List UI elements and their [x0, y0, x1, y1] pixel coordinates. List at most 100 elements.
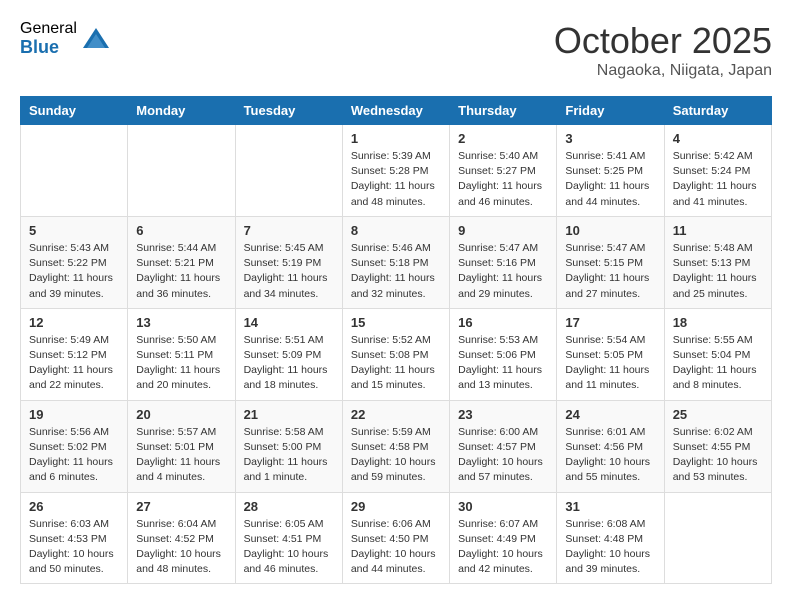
calendar-table: SundayMondayTuesdayWednesdayThursdayFrid…	[20, 96, 772, 584]
day-info: Sunrise: 5:41 AM Sunset: 5:25 PM Dayligh…	[565, 149, 655, 210]
calendar-week-row: 12Sunrise: 5:49 AM Sunset: 5:12 PM Dayli…	[21, 308, 772, 400]
calendar-cell: 18 Sunrise: 5:55 AM Sunset: 5:04 PM Dayli…	[664, 308, 771, 400]
calendar-cell: 2 Sunrise: 5:40 AM Sunset: 5:27 PM Daylig…	[450, 125, 557, 217]
month-title: October 2025	[554, 20, 772, 62]
calendar-cell: 6Sunrise: 5:44 AM Sunset: 5:21 PM Daylig…	[128, 216, 235, 308]
calendar-cell: 22 Sunrise: 5:59 AM Sunset: 4:58 PM Dayli…	[342, 400, 449, 492]
day-info: Sunrise: 5:57 AM Sunset: 5:01 PM Dayligh…	[136, 425, 226, 486]
day-number: 14	[244, 315, 334, 330]
day-number: 29	[351, 499, 441, 514]
calendar-cell: 3Sunrise: 5:41 AM Sunset: 5:25 PM Daylig…	[557, 125, 664, 217]
weekday-header: Sunday	[21, 97, 128, 125]
day-number: 23	[458, 407, 548, 422]
calendar-cell: 5 Sunrise: 5:43 AM Sunset: 5:22 PM Daylig…	[21, 216, 128, 308]
day-number: 31	[565, 499, 655, 514]
day-number: 1	[351, 131, 441, 146]
day-number: 4	[673, 131, 763, 146]
day-number: 17	[565, 315, 655, 330]
day-number: 18	[673, 315, 763, 330]
calendar-week-row: 26Sunrise: 6:03 AM Sunset: 4:53 PM Dayli…	[21, 492, 772, 584]
day-info: Sunrise: 6:01 AM Sunset: 4:56 PM Dayligh…	[565, 425, 655, 486]
calendar-cell: 29Sunrise: 6:06 AM Sunset: 4:50 PM Dayli…	[342, 492, 449, 584]
day-number: 22	[351, 407, 441, 422]
title-block: October 2025 Nagaoka, Niigata, Japan	[554, 20, 772, 80]
day-number: 27	[136, 499, 226, 514]
logo-icon	[81, 24, 111, 54]
day-number: 7	[244, 223, 334, 238]
day-number: 28	[244, 499, 334, 514]
calendar-cell: 28 Sunrise: 6:05 AM Sunset: 4:51 PM Dayli…	[235, 492, 342, 584]
logo: General Blue	[20, 20, 111, 57]
page-header: General Blue October 2025 Nagaoka, Niiga…	[20, 20, 772, 80]
day-info: Sunrise: 5:42 AM Sunset: 5:24 PM Dayligh…	[673, 149, 763, 210]
calendar-cell: 12Sunrise: 5:49 AM Sunset: 5:12 PM Dayli…	[21, 308, 128, 400]
day-number: 5	[29, 223, 119, 238]
calendar-cell	[21, 125, 128, 217]
day-number: 30	[458, 499, 548, 514]
calendar-cell: 20 Sunrise: 5:57 AM Sunset: 5:01 PM Dayli…	[128, 400, 235, 492]
calendar-cell: 1 Sunrise: 5:39 AM Sunset: 5:28 PM Daylig…	[342, 125, 449, 217]
day-info: Sunrise: 5:56 AM Sunset: 5:02 PM Dayligh…	[29, 425, 119, 486]
day-number: 6	[136, 223, 226, 238]
calendar-cell: 11Sunrise: 5:48 AM Sunset: 5:13 PM Dayli…	[664, 216, 771, 308]
calendar-cell: 15 Sunrise: 5:52 AM Sunset: 5:08 PM Dayli…	[342, 308, 449, 400]
day-info: Sunrise: 5:52 AM Sunset: 5:08 PM Dayligh…	[351, 333, 441, 394]
day-info: Sunrise: 5:45 AM Sunset: 5:19 PM Dayligh…	[244, 241, 334, 302]
day-info: Sunrise: 5:39 AM Sunset: 5:28 PM Dayligh…	[351, 149, 441, 210]
logo-blue: Blue	[20, 38, 77, 58]
day-info: Sunrise: 5:53 AM Sunset: 5:06 PM Dayligh…	[458, 333, 548, 394]
weekday-header: Tuesday	[235, 97, 342, 125]
day-number: 2	[458, 131, 548, 146]
calendar-week-row: 1 Sunrise: 5:39 AM Sunset: 5:28 PM Daylig…	[21, 125, 772, 217]
calendar-cell: 17 Sunrise: 5:54 AM Sunset: 5:05 PM Dayli…	[557, 308, 664, 400]
calendar-cell	[235, 125, 342, 217]
day-info: Sunrise: 5:59 AM Sunset: 4:58 PM Dayligh…	[351, 425, 441, 486]
day-info: Sunrise: 5:47 AM Sunset: 5:16 PM Dayligh…	[458, 241, 548, 302]
calendar-cell: 25 Sunrise: 6:02 AM Sunset: 4:55 PM Dayli…	[664, 400, 771, 492]
day-number: 13	[136, 315, 226, 330]
calendar-cell: 21 Sunrise: 5:58 AM Sunset: 5:00 PM Dayli…	[235, 400, 342, 492]
day-number: 19	[29, 407, 119, 422]
day-info: Sunrise: 5:58 AM Sunset: 5:00 PM Dayligh…	[244, 425, 334, 486]
day-info: Sunrise: 6:08 AM Sunset: 4:48 PM Dayligh…	[565, 517, 655, 578]
day-number: 20	[136, 407, 226, 422]
day-info: Sunrise: 5:47 AM Sunset: 5:15 PM Dayligh…	[565, 241, 655, 302]
day-info: Sunrise: 6:00 AM Sunset: 4:57 PM Dayligh…	[458, 425, 548, 486]
calendar-week-row: 19 Sunrise: 5:56 AM Sunset: 5:02 PM Dayli…	[21, 400, 772, 492]
calendar-cell: 16Sunrise: 5:53 AM Sunset: 5:06 PM Dayli…	[450, 308, 557, 400]
calendar-cell: 8Sunrise: 5:46 AM Sunset: 5:18 PM Daylig…	[342, 216, 449, 308]
calendar-cell: 13 Sunrise: 5:50 AM Sunset: 5:11 PM Dayli…	[128, 308, 235, 400]
weekday-header: Thursday	[450, 97, 557, 125]
weekday-header: Monday	[128, 97, 235, 125]
location: Nagaoka, Niigata, Japan	[554, 62, 772, 80]
day-info: Sunrise: 5:51 AM Sunset: 5:09 PM Dayligh…	[244, 333, 334, 394]
day-number: 25	[673, 407, 763, 422]
calendar-week-row: 5 Sunrise: 5:43 AM Sunset: 5:22 PM Daylig…	[21, 216, 772, 308]
calendar-cell: 4 Sunrise: 5:42 AM Sunset: 5:24 PM Daylig…	[664, 125, 771, 217]
day-info: Sunrise: 6:04 AM Sunset: 4:52 PM Dayligh…	[136, 517, 226, 578]
day-info: Sunrise: 6:02 AM Sunset: 4:55 PM Dayligh…	[673, 425, 763, 486]
day-info: Sunrise: 5:43 AM Sunset: 5:22 PM Dayligh…	[29, 241, 119, 302]
day-info: Sunrise: 5:49 AM Sunset: 5:12 PM Dayligh…	[29, 333, 119, 394]
day-info: Sunrise: 6:05 AM Sunset: 4:51 PM Dayligh…	[244, 517, 334, 578]
day-number: 10	[565, 223, 655, 238]
day-number: 9	[458, 223, 548, 238]
calendar-cell: 23 Sunrise: 6:00 AM Sunset: 4:57 PM Dayli…	[450, 400, 557, 492]
day-info: Sunrise: 5:40 AM Sunset: 5:27 PM Dayligh…	[458, 149, 548, 210]
calendar-cell: 26Sunrise: 6:03 AM Sunset: 4:53 PM Dayli…	[21, 492, 128, 584]
calendar-cell: 9 Sunrise: 5:47 AM Sunset: 5:16 PM Daylig…	[450, 216, 557, 308]
day-info: Sunrise: 5:55 AM Sunset: 5:04 PM Dayligh…	[673, 333, 763, 394]
calendar-cell: 24 Sunrise: 6:01 AM Sunset: 4:56 PM Dayli…	[557, 400, 664, 492]
day-number: 21	[244, 407, 334, 422]
calendar-cell: 27 Sunrise: 6:04 AM Sunset: 4:52 PM Dayli…	[128, 492, 235, 584]
calendar-cell: 30Sunrise: 6:07 AM Sunset: 4:49 PM Dayli…	[450, 492, 557, 584]
calendar-cell: 10 Sunrise: 5:47 AM Sunset: 5:15 PM Dayli…	[557, 216, 664, 308]
calendar-cell	[128, 125, 235, 217]
calendar-cell: 31 Sunrise: 6:08 AM Sunset: 4:48 PM Dayli…	[557, 492, 664, 584]
day-info: Sunrise: 5:54 AM Sunset: 5:05 PM Dayligh…	[565, 333, 655, 394]
day-number: 24	[565, 407, 655, 422]
day-info: Sunrise: 6:03 AM Sunset: 4:53 PM Dayligh…	[29, 517, 119, 578]
weekday-header: Saturday	[664, 97, 771, 125]
day-number: 15	[351, 315, 441, 330]
day-info: Sunrise: 5:50 AM Sunset: 5:11 PM Dayligh…	[136, 333, 226, 394]
